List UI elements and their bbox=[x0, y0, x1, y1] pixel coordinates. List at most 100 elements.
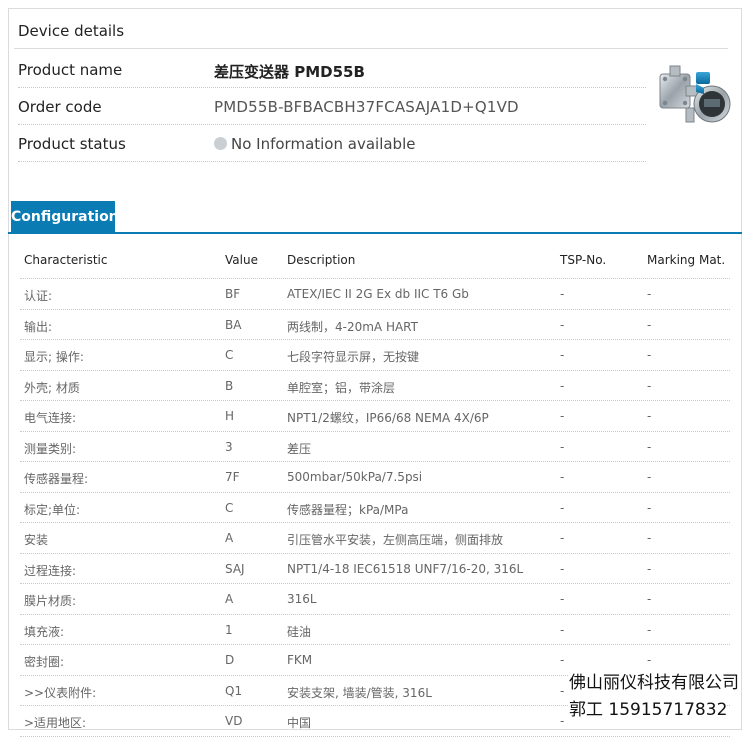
order-code-value: PMD55B-BFBACBH37FCASAJA1D+Q1VD bbox=[214, 98, 519, 116]
tab-configuration[interactable]: Configuration bbox=[11, 201, 119, 233]
cell-characteristic: 密封圈: bbox=[24, 655, 65, 669]
cell-characteristic: 外壳; 材质 bbox=[24, 380, 80, 395]
cell-marking-mat: - bbox=[647, 409, 652, 423]
table-row: 标定;单位: C 传感器量程；kPa/MPa - - bbox=[20, 493, 730, 523]
cell-tsp-no: - bbox=[560, 653, 565, 667]
table-row: 填充液: 1 硅油 - - bbox=[20, 615, 730, 645]
table-row: 传感器量程: 7F 500mbar/50kPa/7.5psi - - bbox=[20, 462, 730, 493]
cell-description: 引压管水平安装，左侧高压端，侧面排放 bbox=[287, 533, 504, 547]
table-row: 膜片材质: A 316L - - bbox=[20, 584, 730, 615]
tab-underline bbox=[8, 232, 742, 234]
cell-marking-mat: - bbox=[647, 561, 652, 576]
cell-tsp-no: - bbox=[560, 317, 565, 332]
status-dot-icon bbox=[214, 137, 227, 150]
cell-value: BA bbox=[225, 317, 242, 332]
cell-value: VD bbox=[225, 714, 243, 728]
cell-marking-mat: - bbox=[647, 317, 652, 332]
cell-description: 安装支架, 墙装/管装, 316L bbox=[287, 685, 432, 700]
table-header: Characteristic Value Description TSP-No.… bbox=[20, 244, 730, 279]
configuration-table: Characteristic Value Description TSP-No.… bbox=[20, 244, 730, 737]
cell-value: H bbox=[225, 409, 235, 423]
cell-marking-mat: - bbox=[647, 378, 652, 393]
cell-description: 中国 bbox=[287, 716, 312, 730]
cell-tsp-no: - bbox=[560, 714, 565, 728]
product-status-row: Product status No Information available bbox=[18, 125, 646, 162]
cell-description: FKM bbox=[287, 653, 313, 667]
cell-description: ATEX/IEC II 2G Ex db IIC T6 Gb bbox=[287, 287, 469, 301]
cell-description: 七段字符显示屏，无按键 bbox=[287, 350, 420, 364]
table-row: 测量类别: 3 差压 - - bbox=[20, 432, 730, 462]
cell-characteristic: 标定;单位: bbox=[24, 502, 81, 517]
cell-marking-mat: - bbox=[647, 622, 652, 637]
cell-description: 传感器量程；kPa/MPa bbox=[287, 502, 409, 517]
cell-tsp-no: - bbox=[560, 439, 565, 454]
header-tsp-no: TSP-No. bbox=[560, 253, 607, 267]
cell-marking-mat: - bbox=[647, 287, 652, 301]
cell-characteristic: 填充液: bbox=[24, 624, 65, 639]
order-code-label: Order code bbox=[18, 98, 102, 116]
table-row: 输出: BA 两线制，4-20mA HART - - bbox=[20, 310, 730, 340]
cell-value: C bbox=[225, 500, 234, 515]
pressure-transmitter-image bbox=[659, 65, 731, 123]
cell-characteristic: 认证: bbox=[24, 289, 53, 303]
table-row: 认证: BF ATEX/IEC II 2G Ex db IIC T6 Gb - … bbox=[20, 279, 730, 310]
product-name-label: Product name bbox=[18, 61, 123, 79]
cell-description: 硅油 bbox=[287, 624, 312, 639]
cell-value: B bbox=[225, 378, 234, 393]
table-row: 过程连接: SAJ NPT1/4-18 IEC61518 UNF7/16-20,… bbox=[20, 554, 730, 584]
cell-characteristic: 测量类别: bbox=[24, 441, 77, 456]
device-details-title: Device details bbox=[18, 22, 125, 40]
table-row: 显示; 操作: C 七段字符显示屏，无按键 - - bbox=[20, 340, 730, 371]
cell-characteristic: 传感器量程: bbox=[24, 472, 89, 486]
product-status-label: Product status bbox=[18, 135, 126, 153]
cell-tsp-no: - bbox=[560, 592, 565, 606]
cell-description: 单腔室；铝，带涂层 bbox=[287, 380, 396, 395]
cell-value: 1 bbox=[225, 622, 233, 637]
cell-description: 500mbar/50kPa/7.5psi bbox=[287, 470, 423, 484]
product-status-value: No Information available bbox=[231, 135, 416, 153]
cell-tsp-no: - bbox=[560, 531, 565, 545]
cell-characteristic: 电气连接: bbox=[24, 411, 77, 425]
cell-characteristic: 膜片材质: bbox=[24, 594, 77, 608]
order-code-row: Order code PMD55B-BFBACBH37FCASAJA1D+Q1V… bbox=[18, 88, 646, 125]
cell-tsp-no: - bbox=[560, 409, 565, 423]
cell-value: SAJ bbox=[225, 561, 245, 576]
cell-description: 差压 bbox=[287, 441, 312, 456]
cell-marking-mat: - bbox=[647, 592, 652, 606]
cell-tsp-no: - bbox=[560, 561, 565, 576]
cell-characteristic: >>仪表附件: bbox=[24, 685, 97, 700]
cell-description: NPT1/4-18 IEC61518 UNF7/16-20, 316L bbox=[287, 561, 524, 576]
cell-marking-mat: - bbox=[647, 470, 652, 484]
header-description: Description bbox=[287, 253, 356, 267]
cell-description: NPT1/2螺纹，IP66/68 NEMA 4X/6P bbox=[287, 411, 489, 425]
cell-characteristic: 安装 bbox=[24, 533, 49, 547]
header-characteristic: Characteristic bbox=[24, 253, 108, 267]
cell-characteristic: 过程连接: bbox=[24, 563, 77, 578]
cell-value: 3 bbox=[225, 439, 233, 454]
cell-characteristic: >适用地区: bbox=[24, 716, 87, 730]
header-marking-mat: Marking Mat. bbox=[647, 253, 726, 267]
watermark-company: 佛山丽仪科技有限公司 bbox=[569, 668, 739, 693]
cell-marking-mat: - bbox=[647, 653, 652, 667]
cell-tsp-no: - bbox=[560, 470, 565, 484]
cell-tsp-no: - bbox=[560, 348, 565, 362]
cell-tsp-no: - bbox=[560, 378, 565, 393]
cell-value: A bbox=[225, 531, 234, 545]
product-status-value-wrap: No Information available bbox=[214, 135, 415, 153]
cell-tsp-no: - bbox=[560, 622, 565, 637]
cell-tsp-no: - bbox=[560, 683, 565, 698]
cell-value: D bbox=[225, 653, 235, 667]
cell-marking-mat: - bbox=[647, 531, 652, 545]
product-name-value: 差压变送器 PMD55B bbox=[214, 63, 365, 81]
cell-value: 7F bbox=[225, 470, 240, 484]
cell-tsp-no: - bbox=[560, 500, 565, 515]
cell-description: 316L bbox=[287, 592, 317, 606]
product-name-row: Product name 差压变送器 PMD55B bbox=[18, 51, 646, 88]
table-row: 电气连接: H NPT1/2螺纹，IP66/68 NEMA 4X/6P - - bbox=[20, 401, 730, 432]
cell-description: 两线制，4-20mA HART bbox=[287, 319, 418, 334]
header-value: Value bbox=[225, 253, 258, 267]
watermark-contact: 郭工 15915717832 bbox=[569, 695, 728, 720]
cell-value: BF bbox=[225, 287, 241, 301]
cell-marking-mat: - bbox=[647, 348, 652, 362]
cell-value: Q1 bbox=[225, 683, 243, 698]
